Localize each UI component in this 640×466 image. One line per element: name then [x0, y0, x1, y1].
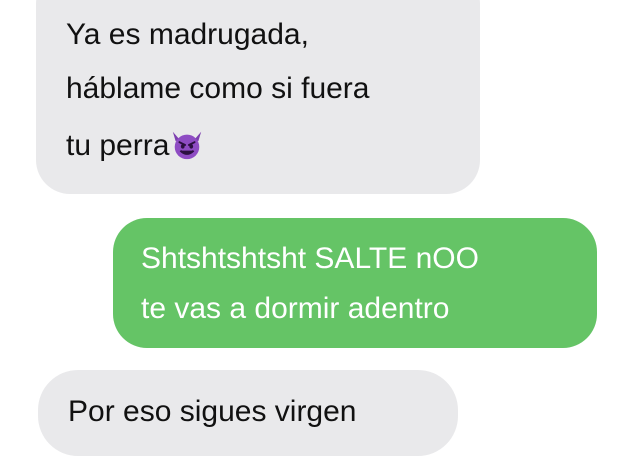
message-text-line: Ya es madrugada, — [66, 18, 309, 51]
smiling-imp-emoji-icon — [173, 131, 202, 160]
message-text-line: tu perra — [66, 128, 204, 162]
message-thread: Ya es madrugada, háblame como si fuera t… — [0, 0, 640, 466]
incoming-message-bubble[interactable]: Por eso sigues virgen — [38, 370, 458, 456]
message-text-line: Por eso sigues virgen — [68, 395, 357, 428]
message-text-line: te vas a dormir adentro — [141, 292, 450, 325]
outgoing-message-bubble[interactable]: Shtshtshtsht SALTE nOO te vas a dormir a… — [113, 218, 597, 348]
message-text-line: háblame como si fuera — [66, 72, 370, 105]
incoming-message-bubble[interactable]: Ya es madrugada, háblame como si fuera t… — [36, 0, 480, 194]
message-text-line: Shtshtshtsht SALTE nOO — [141, 242, 479, 275]
message-text-fragment: tu perra — [66, 129, 170, 162]
